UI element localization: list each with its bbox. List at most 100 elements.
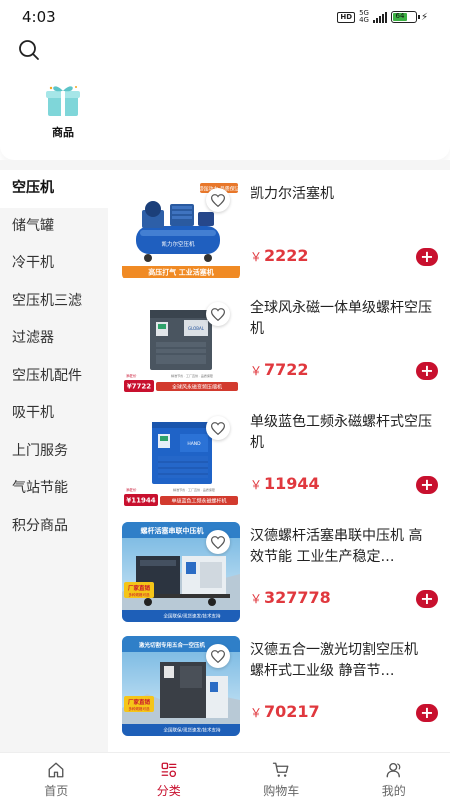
plus-icon: + — [420, 361, 434, 380]
add-to-cart-button[interactable]: + — [416, 476, 438, 494]
svg-text:HAND: HAND — [187, 441, 201, 447]
product-title[interactable]: 单级蓝色工频永磁螺杆式空压机 — [250, 412, 436, 454]
favorite-button[interactable] — [206, 644, 230, 668]
plus-icon: + — [420, 703, 434, 722]
image-badge: 厂家直销 — [128, 584, 151, 592]
sidebar-item-compressor-filters[interactable]: 空压机三滤 — [0, 283, 108, 321]
featured-item-label: 商品 — [52, 126, 74, 139]
price-value: 70217 — [264, 702, 320, 721]
sidebar-item-compressor-parts[interactable]: 空压机配件 — [0, 358, 108, 396]
image-banner: 全球风永磁变频压缩机 — [172, 384, 222, 391]
search-row — [0, 34, 450, 70]
sidebar-item-desiccant-dryer[interactable]: 吸干机 — [0, 395, 108, 433]
add-to-cart-button[interactable]: + — [416, 590, 438, 608]
product-title[interactable]: 汉德五合一激光切割空压机 螺杆式工业级 静音节… — [250, 640, 436, 682]
image-headline: 激光切割专用五合一空压机 — [139, 641, 206, 649]
sidebar-item-onsite-service[interactable]: 上门服务 — [0, 433, 108, 471]
image-badge-sub: 多种规格可选 — [129, 592, 150, 597]
price-value: 11944 — [264, 474, 320, 493]
image-footer: 全国联保/现货速发/技术支持 — [163, 727, 221, 734]
nav-profile-label: 我的 — [381, 784, 406, 798]
product-title[interactable]: 凯力尔活塞机 — [250, 184, 436, 205]
sidebar-item-station-energy[interactable]: 气站节能 — [0, 470, 108, 508]
search-icon[interactable] — [17, 38, 41, 62]
svg-text:GLOBAL: GLOBAL — [188, 326, 205, 331]
heart-icon — [211, 535, 225, 549]
favorite-button[interactable] — [206, 530, 230, 554]
hd-icon: HD — [337, 11, 356, 23]
plus-icon: + — [420, 247, 434, 266]
battery-level: 64 — [392, 13, 408, 21]
sidebar-item-filter[interactable]: 过滤器 — [0, 320, 108, 358]
nav-category[interactable]: 分类 — [113, 753, 226, 800]
heart-icon — [211, 193, 225, 207]
network-type-bottom: 4G — [359, 16, 369, 24]
status-icons: HD 5G 4G 64 ⚡ — [337, 10, 428, 24]
status-time: 4:03 — [22, 8, 56, 26]
sidebar-item-air-tank[interactable]: 储气罐 — [0, 208, 108, 246]
product-card[interactable]: GLOBAL 添狂价 精准节省 · 工厂直供 · 品质保障 ¥7722 全球风永… — [120, 294, 442, 398]
image-price-note: 添狂价 — [126, 487, 137, 492]
plus-icon: + — [420, 475, 434, 494]
price-value: 327778 — [264, 588, 331, 607]
heart-icon — [211, 649, 225, 663]
product-card[interactable]: 超强动力 品质保证 凯力尔空压机 高压打气 工业活塞机 凯力尔活塞机 ￥222 — [120, 180, 442, 284]
image-price-note: 添狂价 — [126, 373, 137, 378]
divider — [0, 160, 450, 170]
profile-icon — [386, 762, 401, 778]
currency-symbol: ￥ — [250, 364, 263, 378]
add-to-cart-button[interactable]: + — [416, 704, 438, 722]
image-brand: 凯力尔空压机 — [161, 240, 195, 248]
image-badge: 厂家直销 — [128, 698, 151, 706]
favorite-button[interactable] — [206, 188, 230, 212]
featured-section: 商品 — [0, 70, 450, 160]
category-icon — [161, 762, 177, 778]
product-title[interactable]: 全球风永磁一体单级螺杆空压机 — [250, 298, 436, 340]
product-price: ￥ 2222 — [250, 246, 309, 265]
product-price: ￥ 11944 — [250, 474, 320, 493]
product-price: ￥ 7722 — [250, 360, 309, 379]
gift-box-icon — [46, 86, 80, 116]
status-bar: 4:03 HD 5G 4G 64 ⚡ — [0, 0, 450, 34]
heart-icon — [211, 307, 225, 321]
nav-cart[interactable]: 购物车 — [225, 753, 338, 800]
image-badge-sub: 多种规格可选 — [129, 706, 150, 711]
nav-profile[interactable]: 我的 — [338, 753, 450, 800]
featured-item-goods[interactable]: 商品 — [40, 82, 86, 140]
sidebar-item-points-goods[interactable]: 积分商品 — [0, 508, 108, 546]
favorite-button[interactable] — [206, 302, 230, 326]
battery-icon: 64 — [390, 11, 420, 23]
category-sidebar: 空压机 储气罐 冷干机 空压机三滤 过滤器 空压机配件 吸干机 上门服务 气站节… — [0, 170, 108, 752]
signal-icon — [372, 11, 387, 23]
sidebar-item-refrigerated-dryer[interactable]: 冷干机 — [0, 245, 108, 283]
bottom-nav: 首页 分类 购物车 我的 — [0, 752, 450, 800]
heart-icon — [211, 421, 225, 435]
currency-symbol: ￥ — [250, 592, 263, 606]
product-price: ￥ 70217 — [250, 702, 320, 721]
nav-home-label: 首页 — [44, 784, 69, 798]
add-to-cart-button[interactable]: + — [416, 248, 438, 266]
nav-category-label: 分类 — [156, 784, 181, 798]
image-price-tag: ¥11944 — [126, 497, 155, 505]
price-value: 7722 — [264, 360, 309, 379]
currency-symbol: ￥ — [250, 478, 263, 492]
favorite-button[interactable] — [206, 416, 230, 440]
image-headline: 螺杆活塞串联中压机 — [141, 526, 204, 535]
nav-cart-label: 购物车 — [263, 784, 300, 798]
plus-icon: + — [420, 589, 434, 608]
image-banner: 单级蓝色工频永磁螺杆机 — [171, 498, 226, 505]
image-feats: 精准节省 · 工厂直供 · 品质保障 — [173, 487, 215, 492]
product-title[interactable]: 汉德螺杆活塞串联中压机 高效节能 工业生产稳定… — [250, 526, 436, 568]
currency-symbol: ￥ — [250, 706, 263, 720]
sidebar-item-air-compressor[interactable]: 空压机 — [0, 170, 108, 208]
product-card[interactable]: 激光切割专用五合一空压机 厂家直销 多种规格可选 全国联保/现货速发/技术支持 … — [120, 636, 442, 740]
product-card[interactable]: 螺杆活塞串联中压机 厂家直销 多种规格可选 全国联保/现货速发/技术支持 汉德螺… — [120, 522, 442, 626]
nav-home[interactable]: 首页 — [0, 753, 113, 800]
image-price-tag: ¥7722 — [127, 383, 151, 391]
image-footer: 全国联保/现货速发/技术支持 — [163, 613, 221, 620]
currency-symbol: ￥ — [250, 250, 263, 264]
add-to-cart-button[interactable]: + — [416, 362, 438, 380]
charging-icon: ⚡ — [420, 11, 428, 23]
product-price: ￥ 327778 — [250, 588, 331, 607]
product-card[interactable]: HAND 添狂价 精准节省 · 工厂直供 · 品质保障 ¥11944 单级蓝色工… — [120, 408, 442, 512]
